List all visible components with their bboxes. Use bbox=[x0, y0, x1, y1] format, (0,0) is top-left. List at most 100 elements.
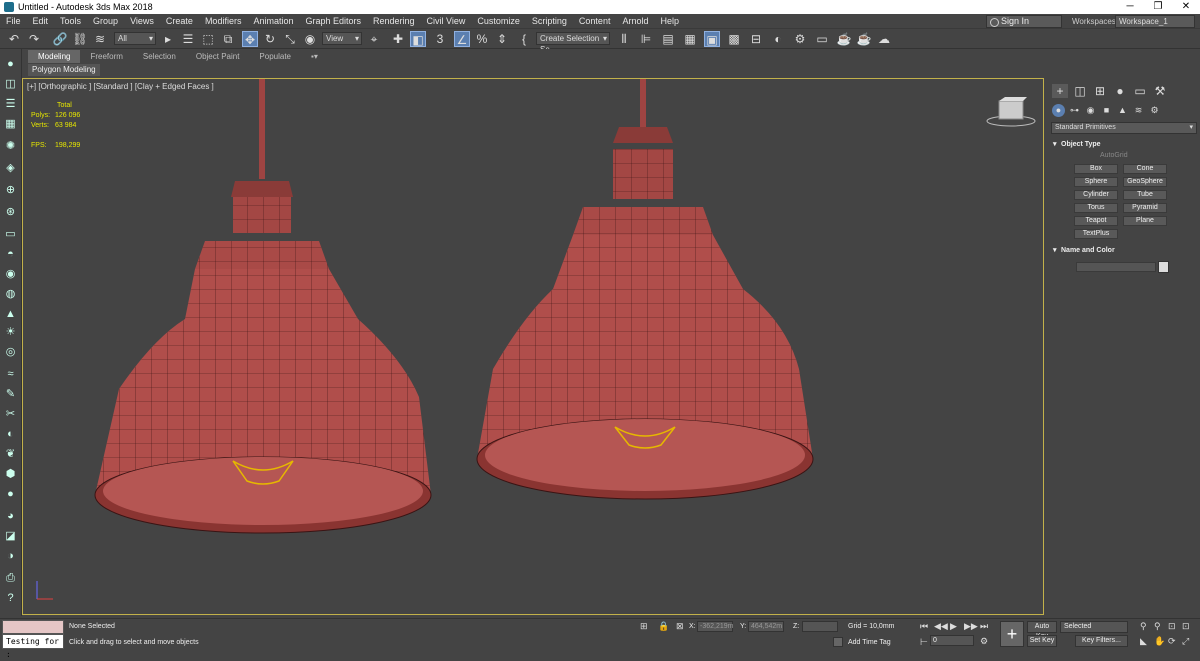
menu-modifiers[interactable]: Modifiers bbox=[199, 16, 248, 26]
mirror-icon[interactable]: ⫴ bbox=[616, 31, 632, 47]
torus-button[interactable]: Torus bbox=[1074, 203, 1118, 213]
camera-icon[interactable]: ◈ bbox=[3, 161, 18, 175]
go-to-start-icon[interactable]: ⏮ bbox=[920, 621, 928, 632]
zoom-icon[interactable]: ⚲ bbox=[1140, 621, 1147, 632]
cone-icon[interactable]: ▲ bbox=[3, 307, 18, 321]
maximize-viewport-icon[interactable]: ⤢ bbox=[1182, 636, 1189, 647]
menu-create[interactable]: Create bbox=[160, 16, 199, 26]
utilities-tab-icon[interactable]: ⚒ bbox=[1152, 84, 1168, 98]
bind-space-warp-icon[interactable]: ≋ bbox=[92, 31, 108, 47]
pattern-icon[interactable]: ⬢ bbox=[3, 467, 18, 481]
geometry-icon[interactable]: ● bbox=[1052, 104, 1065, 117]
menu-graph-editors[interactable]: Graph Editors bbox=[299, 16, 367, 26]
pyramid-button[interactable]: Pyramid bbox=[1123, 203, 1167, 213]
cone-button[interactable]: Cone bbox=[1123, 164, 1167, 174]
systems-icon[interactable]: ⚙ bbox=[1148, 104, 1161, 117]
menu-customize[interactable]: Customize bbox=[471, 16, 526, 26]
select-rotate-icon[interactable]: ↻ bbox=[262, 31, 278, 47]
maxscript-listener[interactable] bbox=[2, 620, 64, 634]
z-coord-field[interactable] bbox=[802, 621, 838, 632]
lights-icon[interactable]: ◉ bbox=[1084, 104, 1097, 117]
selected-dropdown[interactable]: Selected bbox=[1060, 621, 1128, 633]
shading-sphere-icon[interactable]: ◕ bbox=[3, 509, 18, 523]
absolute-mode-icon[interactable]: ⊠ bbox=[676, 621, 684, 632]
menu-animation[interactable]: Animation bbox=[247, 16, 299, 26]
keyboard-shortcut-toggle-icon[interactable]: ◧ bbox=[410, 31, 426, 47]
textplus-button[interactable]: TextPlus bbox=[1074, 229, 1118, 239]
orbit-icon[interactable]: ⟳ bbox=[1168, 636, 1176, 647]
current-frame-field[interactable]: 0 bbox=[930, 635, 974, 646]
select-place-icon[interactable]: ◉ bbox=[302, 31, 318, 47]
cameras-icon[interactable]: ■ bbox=[1100, 104, 1113, 117]
ball-icon[interactable]: ● bbox=[3, 487, 18, 501]
motion-tab-icon[interactable]: ● bbox=[1112, 84, 1128, 98]
name-and-color-rollout[interactable]: Name and Color bbox=[1052, 245, 1194, 256]
key-filters-button[interactable]: Key Filters... bbox=[1075, 635, 1128, 647]
select-scale-icon[interactable]: ⤡ bbox=[282, 31, 298, 47]
set-key-button[interactable]: Set Key bbox=[1027, 635, 1057, 647]
select-manipulate-icon[interactable]: ✚ bbox=[390, 31, 406, 47]
menu-file[interactable]: File bbox=[0, 16, 27, 26]
ribbon-tab-selection[interactable]: Selection bbox=[133, 50, 186, 63]
snaps-toggle-icon[interactable]: 3 bbox=[432, 31, 448, 47]
scene-explorer-icon[interactable]: ▦ bbox=[682, 31, 698, 47]
sun-icon[interactable]: ☀ bbox=[3, 325, 18, 339]
selection-filter-dropdown[interactable]: All bbox=[114, 32, 156, 45]
time-tag-icon[interactable] bbox=[833, 637, 843, 647]
spinner-snap-icon[interactable]: ⇕ bbox=[494, 31, 510, 47]
schematic-view-icon[interactable]: ⊟ bbox=[748, 31, 764, 47]
create-shape-icon[interactable]: ◫ bbox=[3, 77, 18, 91]
set-key-big-button[interactable]: + bbox=[1000, 621, 1024, 647]
workspace-select[interactable]: Workspace_1 bbox=[1115, 15, 1195, 28]
lock-icon[interactable]: 🔒 bbox=[658, 621, 669, 632]
fov-icon[interactable]: ◣ bbox=[1140, 636, 1147, 647]
list-icon[interactable]: ☰ bbox=[3, 97, 18, 111]
category-dropdown[interactable]: Standard Primitives bbox=[1051, 122, 1197, 134]
go-to-end-icon[interactable]: ⏭ bbox=[980, 621, 988, 632]
menu-arnold[interactable]: Arnold bbox=[616, 16, 654, 26]
geosphere-button[interactable]: GeoSphere bbox=[1123, 177, 1167, 187]
material-editor-icon[interactable]: ◐ bbox=[770, 31, 786, 47]
sphere-icon[interactable]: ◉ bbox=[3, 267, 18, 281]
rendered-frame-icon[interactable]: ▭ bbox=[814, 31, 830, 47]
plane-button[interactable]: Plane bbox=[1123, 216, 1167, 226]
isolate-icon[interactable]: ⊞ bbox=[640, 621, 648, 632]
render-production-icon[interactable]: ☕ bbox=[836, 31, 852, 47]
create-tab-icon[interactable]: + bbox=[1052, 84, 1068, 98]
box-button[interactable]: Box bbox=[1074, 164, 1118, 174]
render-iterative-icon[interactable]: ☕ bbox=[856, 31, 872, 47]
restore-button[interactable]: ❐ bbox=[1144, 0, 1172, 14]
auto-key-button[interactable]: Auto Key bbox=[1027, 621, 1057, 640]
render-in-cloud-icon[interactable]: ☁ bbox=[876, 31, 892, 47]
zoom-extents-all-icon[interactable]: ⊡ bbox=[1182, 621, 1190, 632]
chart-icon[interactable]: ◍ bbox=[3, 287, 18, 301]
paint-icon[interactable]: ✂ bbox=[3, 407, 18, 421]
key-mode-icon[interactable]: ⊢ bbox=[920, 637, 928, 648]
teapot-button[interactable]: Teapot bbox=[1074, 216, 1118, 226]
zoom-extents-icon[interactable]: ⊡ bbox=[1168, 621, 1176, 632]
select-object-icon[interactable]: ▸ bbox=[160, 31, 176, 47]
previous-frame-icon[interactable]: ◀◀ bbox=[934, 621, 948, 632]
undo-icon[interactable]: ↶ bbox=[6, 31, 22, 47]
layer-explorer-icon[interactable]: ▤ bbox=[660, 31, 676, 47]
play-icon[interactable]: ▶ bbox=[950, 621, 957, 632]
menu-group[interactable]: Group bbox=[87, 16, 124, 26]
link-icon[interactable]: 🔗 bbox=[52, 31, 68, 47]
angle-snap-icon[interactable]: ∠ bbox=[454, 31, 470, 47]
zoom-all-icon[interactable]: ⚲ bbox=[1154, 621, 1161, 632]
ribbon-tab-modeling[interactable]: Modeling bbox=[28, 49, 81, 63]
menu-civil-view[interactable]: Civil View bbox=[421, 16, 472, 26]
sphere-button[interactable]: Sphere bbox=[1074, 177, 1118, 187]
object-color-swatch[interactable] bbox=[1158, 261, 1169, 273]
dome-icon[interactable]: ◓ bbox=[3, 247, 18, 261]
minimize-button[interactable]: ─ bbox=[1116, 0, 1144, 14]
pivot-center-icon[interactable]: ⌖ bbox=[366, 31, 382, 47]
align-icon[interactable]: ⊫ bbox=[638, 31, 654, 47]
next-frame-icon[interactable]: ▶▶ bbox=[964, 621, 978, 632]
autogrid-checkbox[interactable]: AutoGrid bbox=[1100, 152, 1128, 159]
named-selection-dropdown[interactable]: Create Selection Se bbox=[536, 32, 610, 54]
ribbon-options-icon[interactable]: ▪▾ bbox=[301, 50, 328, 63]
maxscript-input[interactable]: Testing for : bbox=[2, 634, 64, 659]
rect-selection-icon[interactable]: ⬚ bbox=[200, 31, 216, 47]
ref-coord-dropdown[interactable]: View bbox=[322, 32, 362, 45]
